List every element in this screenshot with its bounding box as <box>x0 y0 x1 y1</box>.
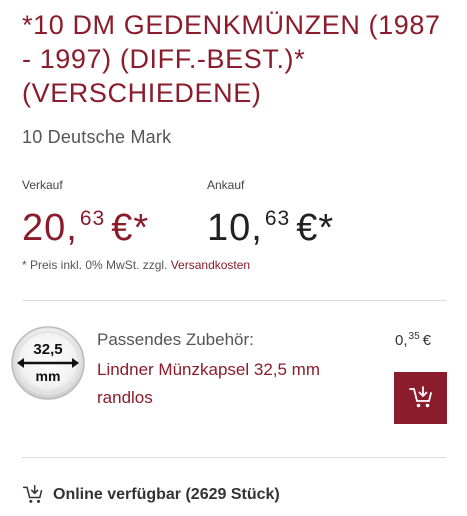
availability-text: Online verfügbar (2629 Stück) <box>53 486 280 503</box>
shipping-costs-link[interactable]: Versandkosten <box>171 258 250 272</box>
price-footnote-text: * Preis inkl. 0% MwSt. zzgl. <box>22 258 171 272</box>
sell-price-label: Verkauf <box>22 178 63 192</box>
buy-price: 10,63 €* <box>207 196 334 251</box>
cart-icon <box>22 484 43 503</box>
add-to-cart-button[interactable] <box>394 372 447 424</box>
accessory-price-cents: 35 <box>408 331 420 342</box>
capsule-size-label: 32,5 <box>33 341 62 358</box>
sell-price: 20,63 €* <box>22 196 149 251</box>
add-to-cart-icon <box>408 386 432 408</box>
divider <box>22 300 446 301</box>
buy-price-cents: 63 <box>264 207 291 230</box>
product-title: *10 DM GEDENKMÜNZEN (1987 - 1997) (DIFF.… <box>22 10 441 108</box>
buy-price-main: 10, <box>207 207 263 249</box>
buy-price-label: Ankauf <box>207 178 245 192</box>
accessory-price-currency: € <box>422 332 431 349</box>
product-subtitle: 10 Deutsche Mark <box>22 127 172 147</box>
divider <box>22 457 446 458</box>
availability-status: Online verfügbar (2629 Stück) <box>22 483 280 507</box>
accessory-label: Passendes Zubehör: <box>97 330 254 349</box>
accessory-price-main: 0, <box>395 332 408 349</box>
capsule-unit-label: mm <box>36 368 61 384</box>
sell-price-currency: €* <box>111 207 150 249</box>
accessory-product-link[interactable]: Lindner Münzkapsel 32,5 mm randlos <box>97 356 367 412</box>
coin-capsule-icon: 32,5 mm <box>11 326 85 400</box>
sell-price-main: 20, <box>22 207 78 249</box>
accessory-price: 0,35 € <box>395 331 431 349</box>
coin-capsule-image[interactable]: 32,5 mm <box>10 325 86 401</box>
sell-price-cents: 63 <box>79 207 106 230</box>
price-footnote: * Preis inkl. 0% MwSt. zzgl. Versandkost… <box>22 258 250 272</box>
buy-price-currency: €* <box>296 207 335 249</box>
